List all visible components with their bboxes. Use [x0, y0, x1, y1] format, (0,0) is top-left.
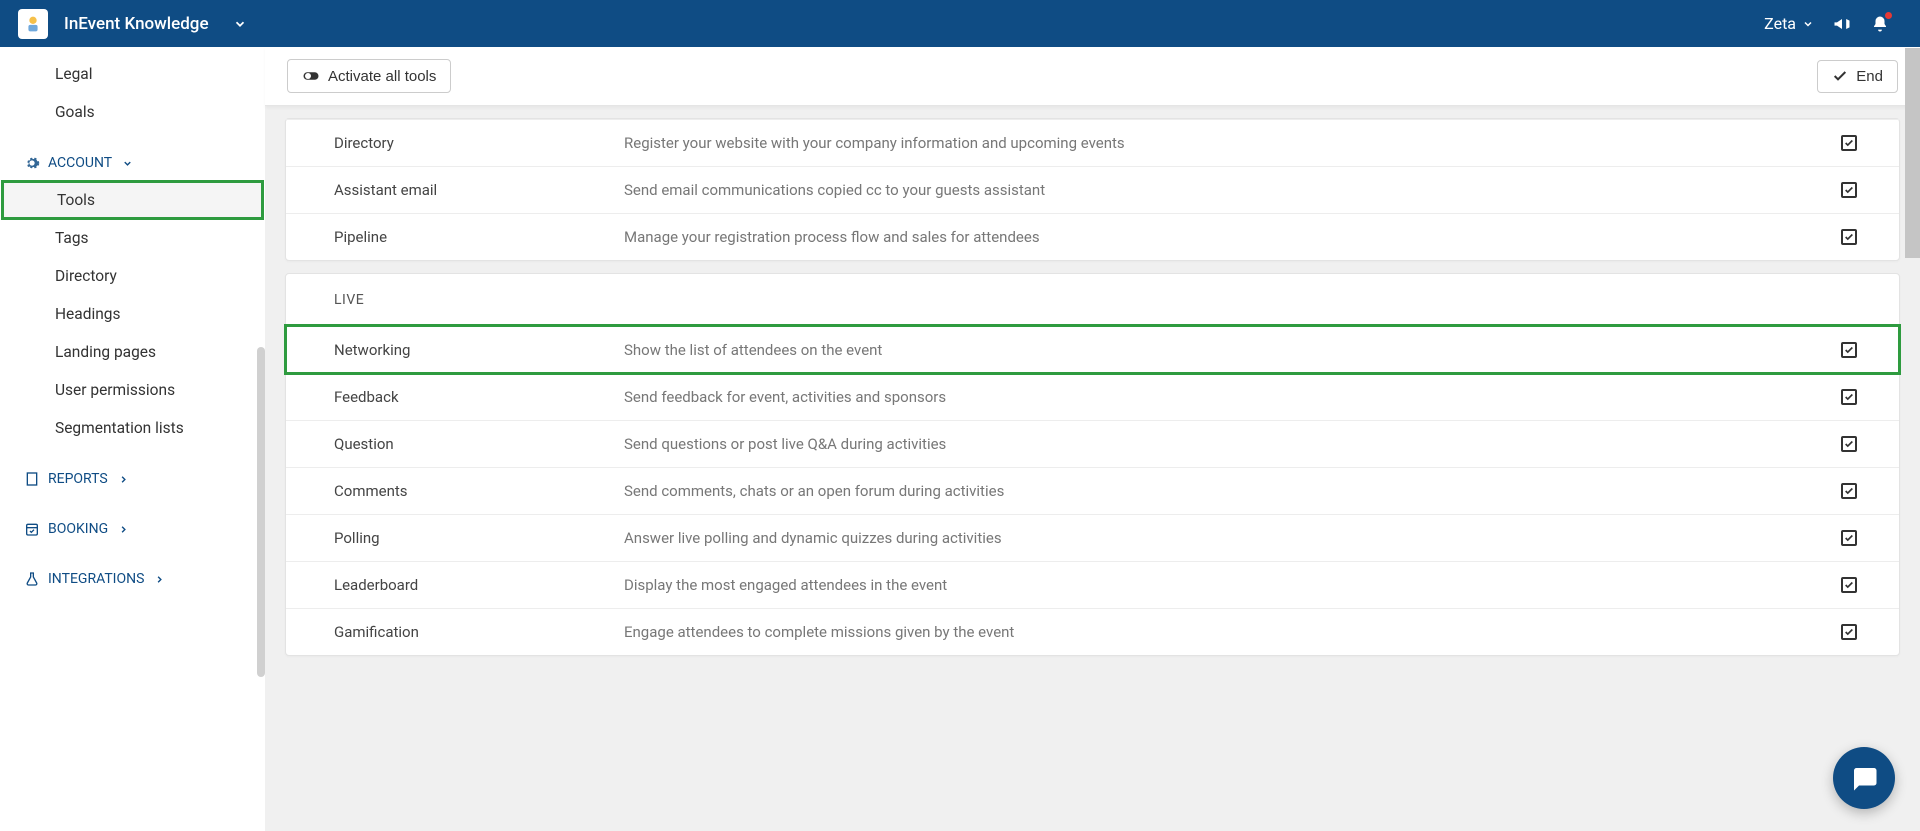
megaphone-icon[interactable]	[1832, 14, 1852, 34]
tool-toggle-checkbox[interactable]	[1829, 388, 1869, 406]
sidebar-section-account[interactable]: ACCOUNT	[0, 141, 265, 181]
tool-toggle-checkbox[interactable]	[1829, 228, 1869, 246]
user-name: Zeta	[1764, 14, 1796, 33]
sidebar-item-legal[interactable]: Legal	[0, 55, 265, 93]
tool-row-leaderboard[interactable]: LeaderboardDisplay the most engaged atte…	[286, 561, 1899, 608]
sidebar-item-tags[interactable]: Tags	[0, 219, 265, 257]
panel-header: LIVE	[286, 274, 1899, 326]
sidebar-item-landing-pages[interactable]: Landing pages	[0, 333, 265, 371]
tool-row-feedback[interactable]: FeedbackSend feedback for event, activit…	[286, 373, 1899, 420]
tool-name: Comments	[334, 482, 624, 500]
tool-name: Assistant email	[334, 181, 624, 199]
tools-panel: LIVENetworkingShow the list of attendees…	[285, 273, 1900, 656]
chevron-right-icon	[118, 524, 129, 535]
sidebar-section-reports[interactable]: REPORTS	[0, 457, 265, 497]
tool-toggle-checkbox[interactable]	[1829, 134, 1869, 152]
tool-row-gamification[interactable]: GamificationEngage attendees to complete…	[286, 608, 1899, 655]
tool-description: Send questions or post live Q&A during a…	[624, 435, 1829, 453]
page-scrollbar[interactable]	[1905, 48, 1920, 258]
tool-toggle-checkbox[interactable]	[1829, 529, 1869, 547]
chevron-right-icon	[118, 474, 129, 485]
tool-toggle-checkbox[interactable]	[1829, 435, 1869, 453]
sidebar-item-segmentation-lists[interactable]: Segmentation lists	[0, 409, 265, 447]
activate-all-tools-button[interactable]: Activate all tools	[287, 59, 451, 93]
chevron-down-icon	[1802, 18, 1814, 30]
app-title: InEvent Knowledge	[64, 14, 209, 34]
sidebar-scrollbar[interactable]	[257, 347, 265, 677]
tool-row-pipeline[interactable]: PipelineManage your registration process…	[286, 213, 1899, 260]
flask-icon	[24, 571, 40, 587]
brand-logo[interactable]	[18, 9, 48, 39]
tool-name: Networking	[334, 341, 624, 359]
sidebar-item-directory[interactable]: Directory	[0, 257, 265, 295]
chat-icon	[1849, 763, 1879, 793]
user-menu[interactable]: Zeta	[1764, 14, 1814, 33]
tool-name: Feedback	[334, 388, 624, 406]
tool-name: Question	[334, 435, 624, 453]
chevron-right-icon	[154, 574, 165, 585]
tool-name: Directory	[334, 134, 624, 152]
activate-all-tools-label: Activate all tools	[328, 68, 436, 85]
app-switcher-chevron[interactable]	[233, 17, 247, 31]
tool-name: Gamification	[334, 623, 624, 641]
tool-row-directory[interactable]: DirectoryRegister your website with your…	[286, 119, 1899, 166]
main-content: Activate all tools End DirectoryRegister…	[265, 47, 1920, 831]
tool-toggle-checkbox[interactable]	[1829, 576, 1869, 594]
tool-toggle-checkbox[interactable]	[1829, 341, 1869, 359]
tools-panel: DirectoryRegister your website with your…	[285, 118, 1900, 261]
tool-name: Pipeline	[334, 228, 624, 246]
tool-description: Engage attendees to complete missions gi…	[624, 623, 1829, 641]
sidebar-section-label: INTEGRATIONS	[48, 571, 144, 587]
sidebar-item-tools[interactable]: Tools	[2, 181, 263, 219]
sidebar-section-label: REPORTS	[48, 471, 108, 487]
sidebar-section-booking[interactable]: BOOKING	[0, 507, 265, 547]
tool-toggle-checkbox[interactable]	[1829, 482, 1869, 500]
content-scroll[interactable]: DirectoryRegister your website with your…	[265, 106, 1920, 831]
sidebar: LegalGoals ACCOUNT ToolsTagsDirectoryHeadi…	[0, 47, 265, 831]
end-button-label: End	[1856, 68, 1883, 85]
tool-name: Polling	[334, 529, 624, 547]
tool-description: Send feedback for event, activities and …	[624, 388, 1829, 406]
check-icon	[1832, 68, 1848, 84]
end-button[interactable]: End	[1817, 60, 1898, 93]
tool-toggle-checkbox[interactable]	[1829, 623, 1869, 641]
building-icon	[24, 471, 40, 487]
tool-description: Send email communications copied cc to y…	[624, 181, 1829, 199]
toggle-icon	[302, 67, 320, 85]
sidebar-item-headings[interactable]: Headings	[0, 295, 265, 333]
tool-description: Show the list of attendees on the event	[624, 341, 1829, 359]
tool-row-networking[interactable]: NetworkingShow the list of attendees on …	[286, 326, 1899, 373]
sidebar-item-user-permissions[interactable]: User permissions	[0, 371, 265, 409]
bell-icon[interactable]	[1870, 14, 1890, 34]
tool-row-polling[interactable]: PollingAnswer live polling and dynamic q…	[286, 514, 1899, 561]
tool-toggle-checkbox[interactable]	[1829, 181, 1869, 199]
tool-description: Display the most engaged attendees in th…	[624, 576, 1829, 594]
tool-row-comments[interactable]: CommentsSend comments, chats or an open …	[286, 467, 1899, 514]
tool-description: Answer live polling and dynamic quizzes …	[624, 529, 1829, 547]
chevron-down-icon	[122, 158, 133, 169]
sidebar-section-label: BOOKING	[48, 521, 108, 537]
tool-description: Send comments, chats or an open forum du…	[624, 482, 1829, 500]
tool-description: Register your website with your company …	[624, 134, 1829, 152]
tool-row-question[interactable]: QuestionSend questions or post live Q&A …	[286, 420, 1899, 467]
tool-name: Leaderboard	[334, 576, 624, 594]
sidebar-section-integrations[interactable]: INTEGRATIONS	[0, 557, 265, 597]
calendar-check-icon	[24, 521, 40, 537]
sidebar-item-goals[interactable]: Goals	[0, 93, 265, 131]
sidebar-section-label: ACCOUNT	[48, 155, 112, 171]
top-bar: InEvent Knowledge Zeta	[0, 0, 1920, 47]
chat-launcher-button[interactable]	[1833, 747, 1895, 809]
tool-row-assistant-email[interactable]: Assistant emailSend email communications…	[286, 166, 1899, 213]
toolbar: Activate all tools End	[265, 47, 1920, 106]
gear-icon	[24, 155, 40, 171]
tool-description: Manage your registration process flow an…	[624, 228, 1829, 246]
